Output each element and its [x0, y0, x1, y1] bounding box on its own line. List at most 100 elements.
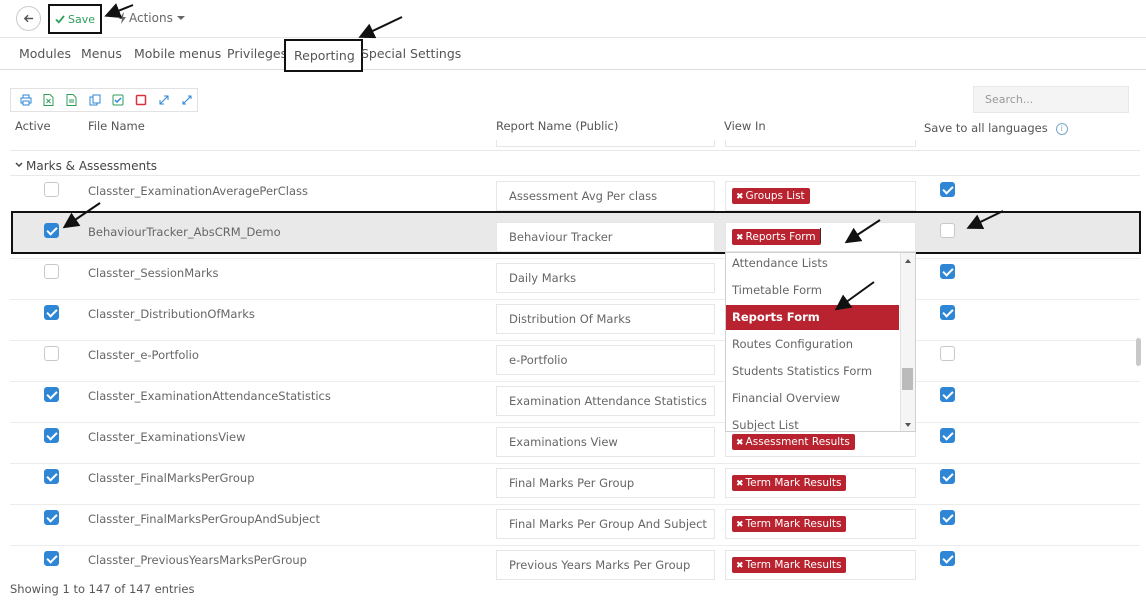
active-checkbox[interactable]	[44, 346, 59, 361]
report-name-input[interactable]: e-Portfolio	[496, 345, 715, 375]
save-all-languages-checkbox[interactable]	[940, 305, 955, 320]
check-icon	[55, 15, 65, 24]
save-all-languages-checkbox[interactable]	[940, 264, 955, 279]
view-in-tag[interactable]: ✖ Term Mark Results	[732, 475, 847, 491]
copy-icon[interactable]	[88, 94, 101, 107]
row-divider	[10, 258, 1140, 259]
dropdown-option[interactable]: Reports Form	[726, 305, 899, 330]
active-checkbox[interactable]	[44, 510, 59, 525]
save-all-languages-checkbox[interactable]	[940, 182, 955, 197]
view-in-tag[interactable]: ✖ Groups List	[732, 188, 810, 204]
save-all-languages-checkbox[interactable]	[940, 510, 955, 525]
tab-mobile-menus[interactable]: Mobile menus	[134, 46, 221, 61]
remove-tag-icon[interactable]: ✖	[736, 192, 744, 202]
select-all-icon[interactable]	[111, 94, 124, 107]
view-in-tag-label: Term Mark Results	[745, 518, 842, 530]
entries-info: Showing 1 to 147 of 147 entries	[10, 582, 195, 596]
report-name-input[interactable]: Final Marks Per Group And Subject	[496, 509, 715, 539]
tab-reporting[interactable]: Reporting	[284, 39, 363, 72]
tab-privileges[interactable]: Privileges	[227, 46, 287, 61]
actions-label: Actions	[129, 11, 173, 25]
group-row[interactable]	[10, 150, 1140, 176]
view-in-input[interactable]: ✖ Term Mark Results	[725, 550, 916, 580]
view-in-input[interactable]: ✖ Term Mark Results	[725, 509, 916, 539]
dropdown-scrollbar[interactable]	[900, 253, 915, 431]
bolt-icon	[119, 12, 126, 24]
file-name: Classter_DistributionOfMarks	[88, 307, 255, 321]
dropdown-option[interactable]: Financial Overview	[726, 386, 899, 411]
file-name: Classter_ExaminationsView	[88, 430, 246, 444]
print-icon[interactable]	[19, 94, 32, 107]
view-in-input[interactable]: ✖ Groups List	[725, 181, 916, 211]
save-all-languages-checkbox[interactable]	[940, 551, 955, 566]
view-in-tag[interactable]: ✖ Term Mark Results	[732, 516, 847, 532]
active-checkbox[interactable]	[44, 469, 59, 484]
footer-bar	[0, 600, 1146, 609]
tab-special-settings[interactable]: Special Settings	[361, 46, 461, 61]
file-name: Classter_e-Portfolio	[88, 348, 199, 362]
active-checkbox[interactable]	[44, 428, 59, 443]
dropdown-option[interactable]: Timetable Form	[726, 278, 899, 303]
row-divider	[10, 545, 1140, 546]
report-name-input[interactable]: Previous Years Marks Per Group	[496, 550, 715, 580]
row-divider	[10, 504, 1140, 505]
view-in-input[interactable]: ✖ Term Mark Results	[725, 468, 916, 498]
deselect-icon[interactable]	[134, 94, 147, 107]
remove-tag-icon[interactable]: ✖	[736, 438, 744, 448]
page-scrollbar[interactable]	[1136, 338, 1141, 366]
file-name: Classter_SessionMarks	[88, 266, 219, 280]
report-name-input[interactable]: Assessment Avg Per class	[496, 181, 715, 211]
report-name-input[interactable]: Daily Marks	[496, 263, 715, 293]
highlight-frame	[11, 211, 1141, 254]
dropdown-option[interactable]: Students Statistics Form	[726, 359, 899, 384]
view-in-tag-label: Term Mark Results	[745, 559, 842, 571]
collapse-icon[interactable]	[180, 94, 193, 107]
row-divider	[10, 463, 1140, 464]
active-checkbox[interactable]	[44, 387, 59, 402]
dropdown-option[interactable]: Routes Configuration	[726, 332, 899, 357]
save-all-languages-checkbox[interactable]	[940, 346, 955, 361]
row-divider	[10, 340, 1140, 341]
csv-icon[interactable]	[65, 94, 78, 107]
view-in-tag-label: Assessment Results	[745, 436, 850, 448]
chevron-down-icon	[15, 162, 23, 168]
scroll-down-icon[interactable]	[905, 423, 911, 427]
report-name-input[interactable]: Examinations View	[496, 427, 715, 457]
row-divider	[10, 299, 1140, 300]
view-in-tag[interactable]: ✖ Term Mark Results	[732, 557, 847, 573]
header-view-in: View In	[724, 119, 766, 133]
active-checkbox[interactable]	[44, 182, 59, 197]
row-divider	[10, 422, 1140, 423]
scroll-thumb[interactable]	[902, 368, 913, 390]
view-in-tag[interactable]: ✖ Assessment Results	[732, 434, 855, 450]
remove-tag-icon[interactable]: ✖	[736, 520, 744, 530]
report-name-input[interactable]: Examination Attendance Statistics	[496, 386, 715, 416]
expand-icon[interactable]	[157, 94, 170, 107]
remove-tag-icon[interactable]: ✖	[736, 479, 744, 489]
tab-modules[interactable]: Modules	[19, 46, 71, 61]
tab-menus[interactable]: Menus	[81, 46, 122, 61]
header-save-all-languages: Save to all languages i	[924, 121, 1068, 135]
dropdown-option[interactable]: Attendance Lists	[726, 253, 899, 276]
active-checkbox[interactable]	[44, 551, 59, 566]
save-all-languages-checkbox[interactable]	[940, 387, 955, 402]
remove-tag-icon[interactable]: ✖	[736, 561, 744, 571]
save-button[interactable]: Save	[48, 4, 102, 34]
report-name-input-partial	[496, 140, 715, 147]
report-name-input[interactable]: Final Marks Per Group	[496, 468, 715, 498]
view-in-dropdown[interactable]: Attendance Lists Timetable Form Reports Fo…	[725, 252, 916, 432]
scroll-up-icon[interactable]	[905, 259, 911, 263]
excel-icon[interactable]	[42, 94, 55, 107]
info-icon[interactable]: i	[1055, 122, 1068, 135]
search-input[interactable]	[973, 86, 1129, 113]
dropdown-option[interactable]: Subject List	[726, 413, 899, 431]
save-all-languages-checkbox[interactable]	[940, 469, 955, 484]
active-checkbox[interactable]	[44, 264, 59, 279]
arrow-left-icon	[23, 14, 34, 23]
actions-dropdown[interactable]: Actions	[119, 11, 185, 25]
save-all-languages-checkbox[interactable]	[940, 428, 955, 443]
group-marks-assessments[interactable]: Marks & Assessments	[15, 159, 157, 173]
report-name-input[interactable]: Distribution Of Marks	[496, 304, 715, 334]
active-checkbox[interactable]	[44, 305, 59, 320]
back-button[interactable]	[16, 6, 41, 31]
